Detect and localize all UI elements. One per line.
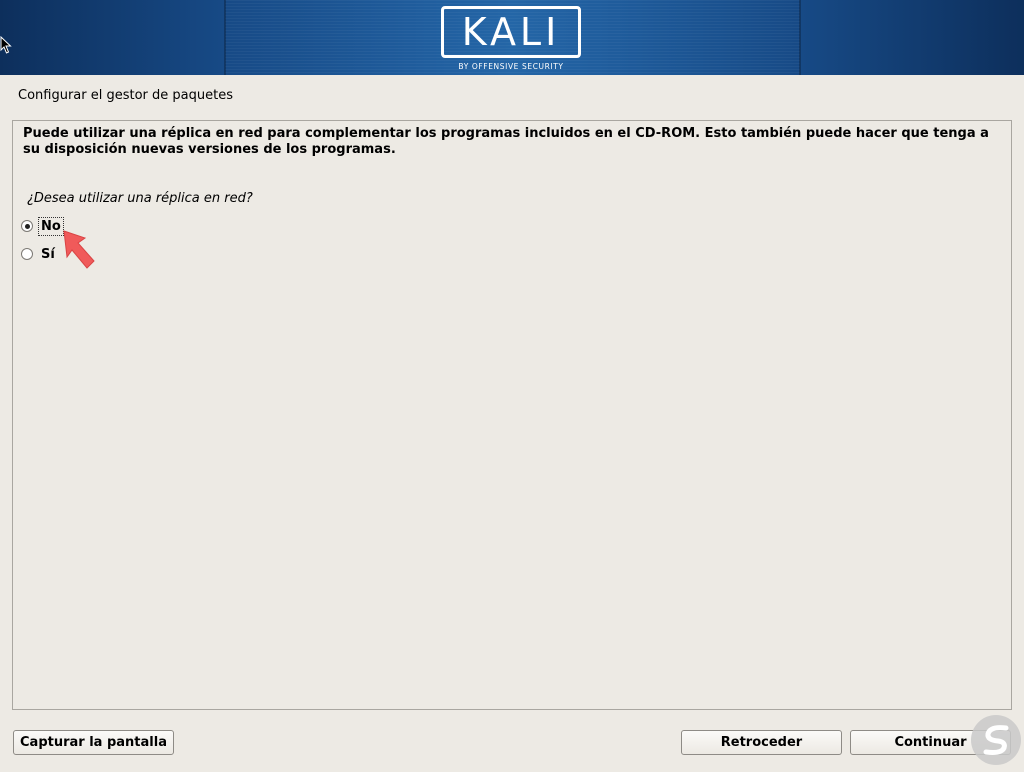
mouse-pointer-icon (0, 35, 12, 58)
description-text: Puede utilizar una réplica en red para c… (23, 126, 989, 157)
kali-logo: KALI (441, 6, 581, 58)
radio-si[interactable] (21, 248, 33, 260)
option-no-label[interactable]: No (38, 216, 64, 236)
back-button[interactable]: Retroceder (681, 730, 842, 755)
logo-subtitle: BY OFFENSIVE SECURITY (458, 62, 564, 71)
page-title: Configurar el gestor de paquetes (18, 88, 233, 103)
option-si-label[interactable]: Sí (39, 246, 57, 263)
red-arrow-icon (61, 229, 97, 277)
option-si[interactable]: Sí (21, 244, 57, 264)
radio-no[interactable] (21, 220, 33, 232)
header-banner: KALI BY OFFENSIVE SECURITY (0, 0, 1024, 75)
banner-divider (224, 0, 226, 75)
watermark-logo-icon (968, 712, 1024, 768)
question-text: ¿Desea utilizar una réplica en red? (27, 191, 253, 206)
option-no[interactable]: No (21, 216, 64, 236)
content-panel: Puede utilizar una réplica en red para c… (12, 120, 1012, 710)
logo-text: KALI (461, 10, 561, 54)
capture-screen-button[interactable]: Capturar la pantalla (13, 730, 174, 755)
banner-divider (799, 0, 801, 75)
